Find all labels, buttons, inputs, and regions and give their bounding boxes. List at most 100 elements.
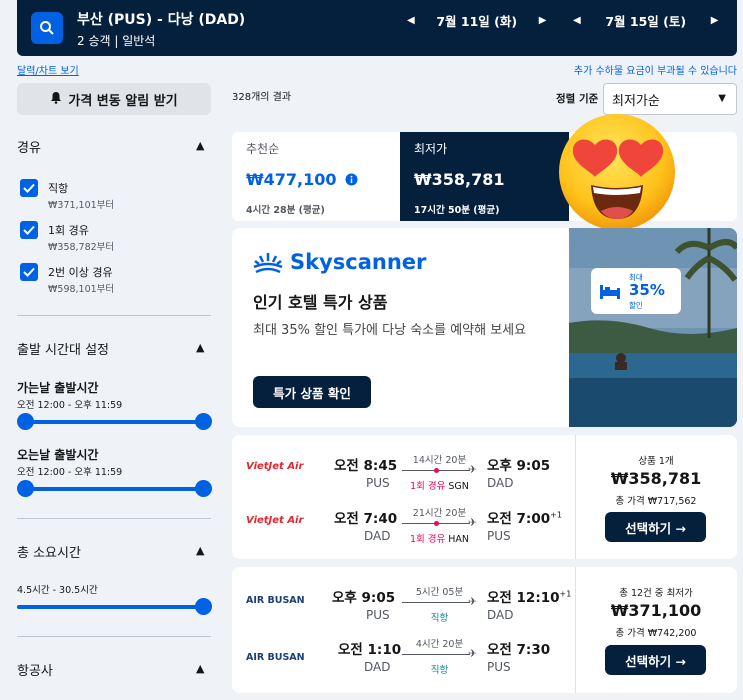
view-deals-button[interactable]: 특가 상품 확인 [253,376,371,408]
arrival-code: PUS [487,660,511,674]
stop-dot [434,521,439,526]
return-slider-max-handle[interactable] [195,480,212,497]
return-slider-min-handle[interactable] [17,480,34,497]
search-summary-header[interactable]: 부산 (PUS) - 다낭 (DAD) 2 승객 | 일반석 ◀ 7월 11일 … [17,0,737,56]
flight-duration: 5시간 05분 [415,587,464,598]
duration-range: 4.5시간 - 30.5시간 [17,585,98,596]
stops-filter-title[interactable]: 경유 [17,137,41,156]
duration-slider-handle[interactable] [195,598,212,615]
return-date[interactable]: 7월 15일 (토) [581,11,711,30]
outbound-time-range: 오전 12:00 - 오후 11:59 [17,400,123,411]
plane-icon: ✈ [468,595,478,608]
deal-price: ₩358,781 [610,469,702,488]
stops-option-label[interactable]: 직항 [48,180,68,196]
divider [17,518,211,519]
search-button[interactable] [31,12,63,44]
airline-logo: VietJet Air [246,461,304,472]
badge-percent: 35% [629,281,665,299]
outbound-slider-min-handle[interactable] [17,413,34,430]
flight-duration: 4시간 20분 [415,639,464,650]
duration-slider-fill [17,605,205,609]
search-icon [40,21,54,35]
price-alert-label: 가격 변동 알림 받기 [68,93,178,109]
chevron-up-icon[interactable]: ▲ [196,544,204,557]
info-icon[interactable] [345,173,358,186]
caret-down-icon: ▼ [718,93,726,104]
select-flight-button[interactable]: 선택하기 → [605,512,706,542]
airlines-filter-title[interactable]: 항공사 [17,660,53,679]
prev-return-date-icon[interactable]: ◀ [573,15,581,26]
next-return-date-icon[interactable]: ▶ [711,15,719,26]
stops-option-label[interactable]: 1회 경유 [48,222,89,238]
next-depart-date-icon[interactable]: ▶ [539,15,547,26]
checkbox-direct[interactable] [20,179,38,197]
chevron-up-icon[interactable]: ▲ [196,341,204,354]
arrival-time: 오후 9:05 [487,458,551,474]
airline-logo: AIR BUSAN [246,652,305,663]
check-icon [23,183,35,193]
outbound-time-title: 가는날 출발시간 [17,381,99,395]
stops-option-label[interactable]: 2번 이상 경유 [48,264,113,280]
chevron-up-icon[interactable]: ▲ [196,139,204,152]
baggage-fee-note[interactable]: 추가 수하물 요금이 부과될 수 있습니다 [574,62,737,77]
flight-duration: 21시간 20분 [412,508,467,519]
tab-recommended[interactable]: 추천순 ₩477,100 4시간 28분 (평균) [232,132,400,221]
flight-result-card[interactable]: AIR BUSAN 오후 9:05 PUS 5시간 05분 ✈ 직항 오전 12… [232,567,737,693]
chevron-up-icon[interactable]: ▲ [196,662,204,675]
sort-label: 정렬 기준 [556,93,599,105]
price-alert-button[interactable]: 가격 변동 알림 받기 [17,83,211,115]
plane-icon: ✈ [468,463,478,476]
return-time-range: 오전 12:00 - 오후 11:59 [17,467,123,478]
flight-result-card[interactable]: VietJet Air 오전 8:45 PUS 14시간 20분 ✈ 1회 경유… [232,435,737,559]
arrival-code: DAD [487,608,514,622]
tab-duration: 17시간 50분 (평균) [414,205,500,216]
passenger-cabin: 2 승객 | 일반석 [77,34,156,48]
departure-time: 오후 9:05 [332,590,396,606]
duration-title[interactable]: 총 소요시간 [17,542,81,561]
stops-option-price: ₩371,101부터 [48,200,115,211]
return-slider-track[interactable] [24,487,205,491]
passengers-text: 2 승객 [77,34,111,48]
stops-info: 1회 경유 HAN [409,534,470,545]
arrival-time: 오전 12:10+1 [487,589,572,607]
total-price: 총 가격 ₩717,562 [615,496,697,507]
outbound-slider-max-handle[interactable] [195,413,212,430]
tab-name: 최저가 [414,142,448,156]
discount-badge: 최대 35% 할인 [591,268,681,314]
departure-code: PUS [366,476,390,490]
prev-depart-date-icon[interactable]: ◀ [407,15,415,26]
pool-photo: 최대 35% 할인 [569,228,737,427]
depart-date[interactable]: 7월 11일 (화) [415,11,539,30]
checkbox-two-plus-stops[interactable] [20,263,38,281]
select-flight-button[interactable]: 선택하기 → [605,645,706,675]
deal-count: 상품 1개 [638,456,674,467]
departure-time-title[interactable]: 출발 시간대 설정 [17,339,109,358]
check-icon [23,225,35,235]
departure-code: PUS [366,608,390,622]
stops-info: 직항 [430,613,449,624]
result-count: 328개의 결과 [232,92,292,103]
departure-time: 오전 7:40 [334,511,398,527]
airline-logo: AIR BUSAN [246,595,305,606]
stops-info: 1회 경유 SGN [410,481,469,492]
airline-logo: VietJet Air [246,515,304,526]
hotel-ad-card[interactable]: Skyscanner 인기 호텔 특가 상품 최대 35% 할인 특가에 다낭 … [232,228,737,427]
check-icon [23,267,35,277]
tab-price: ₩477,100 [246,170,358,189]
outbound-slider-track[interactable] [24,420,205,424]
deal-price: ₩371,100 [610,601,702,620]
return-time-title: 오는날 출발시간 [17,448,99,462]
depart-date-nav: ◀ 7월 11일 (화) ▶ [407,11,546,29]
tab-cheapest[interactable]: 최저가 ₩358,781 17시간 50분 (평균) [400,132,569,221]
departure-time: 오전 8:45 [334,458,398,474]
departure-code: DAD [364,529,391,543]
calendar-chart-link[interactable]: 달력/차트 보기 [17,62,79,77]
heart-eyes-emoji-icon [559,114,675,230]
arrival-code: PUS [487,529,511,543]
arrival-time: 오전 7:30 [487,642,551,658]
tab-duration: 4시간 28분 (평균) [246,205,325,216]
checkbox-one-stop[interactable] [20,221,38,239]
departure-time: 오전 1:10 [338,642,402,658]
tab-price: ₩358,781 [414,170,505,189]
ad-description: 최대 35% 할인 특가에 다낭 숙소를 예약해 보세요 [253,323,527,338]
